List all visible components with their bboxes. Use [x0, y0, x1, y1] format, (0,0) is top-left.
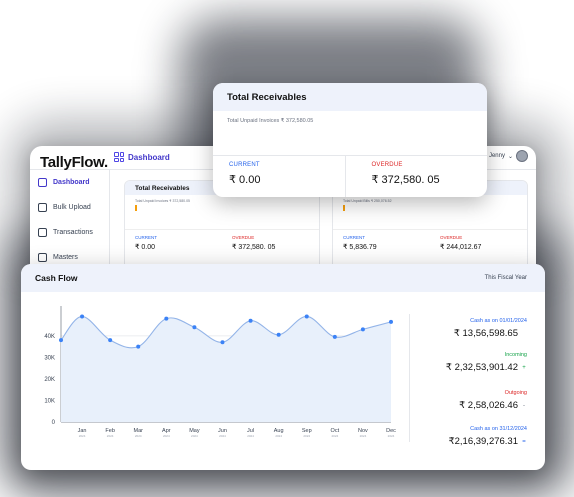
overdue-value: ₹ 372,580. 05 [371, 174, 440, 186]
transactions-icon [38, 228, 47, 237]
page-header: Dashboard [114, 152, 170, 162]
sidebar-item-label: Bulk Upload [53, 204, 91, 211]
minus-icon: - [523, 402, 525, 409]
summary-outgoing: Outgoing ₹ 2,58,026.46- [459, 390, 527, 411]
y-tick-label: 20K [44, 377, 55, 383]
x-tick-year: 2024 [163, 434, 170, 438]
x-tick-year: 2024 [219, 434, 226, 438]
y-tick-label: 10K [44, 398, 55, 404]
data-point [332, 334, 337, 339]
data-point [136, 344, 141, 349]
masters-icon [38, 253, 47, 262]
x-tick-year: 2024 [303, 434, 310, 438]
data-point [248, 318, 253, 323]
current-value: ₹ 5,836.79 [343, 244, 377, 251]
sidebar-item-transactions[interactable]: Transactions [30, 220, 109, 245]
sidebar: Dashboard Bulk Upload Transactions Maste… [30, 170, 110, 276]
chevron-down-icon[interactable]: ⌄ [508, 153, 513, 160]
plus-icon: + [522, 364, 526, 371]
x-tick-year: 2024 [360, 434, 367, 438]
cash-flow-chart: 010K20K30K40KJan2024Feb2024Mar2024Apr202… [44, 306, 396, 438]
sidebar-item-label: Dashboard [53, 179, 90, 186]
summary-closing: Cash as on 31/12/2024 ₹2,16,39,276.31 = [449, 426, 527, 447]
sidebar-item-dashboard[interactable]: Dashboard [30, 170, 109, 195]
y-tick-label: 30K [44, 355, 55, 361]
x-tick-year: 2024 [388, 434, 395, 438]
data-point [164, 316, 169, 321]
y-tick-label: 0 [52, 420, 56, 426]
data-point [80, 314, 85, 319]
summary-opening: Cash as on 01/01/2024 ₹ 13,56,598.65 [454, 318, 527, 339]
cash-flow-card: Cash Flow This Fiscal Year 0 10K 20K 30K 40K… [21, 264, 545, 470]
data-point [276, 332, 281, 337]
summary-label: Incoming [504, 352, 527, 358]
data-point [192, 325, 197, 330]
current-label: CURRENT [135, 235, 157, 240]
summary-incoming: Incoming ₹ 2,32,53,901.42 + [446, 352, 527, 373]
grid-icon [38, 178, 47, 187]
progress-bar [343, 205, 345, 211]
summary-value: ₹2,16,39,276.31 [448, 436, 518, 447]
app-logo[interactable]: TallyFlow. [40, 154, 108, 171]
summary-value: ₹ 13,56,598.65 [453, 328, 518, 339]
current-value: ₹ 0.00 [229, 174, 261, 186]
x-tick-year: 2024 [275, 434, 282, 438]
sidebar-item-label: Transactions [53, 229, 93, 236]
overdue-label: OVERDUE [232, 235, 255, 240]
user-name: Jenny [488, 153, 505, 159]
summary-value: ₹ 2,58,026.46 [459, 400, 518, 411]
overdue-label: OVERDUE [440, 235, 463, 240]
x-tick-year: 2024 [135, 434, 142, 438]
progress-bar [135, 205, 137, 211]
area-fill [61, 316, 391, 422]
current-value: ₹ 0.00 [135, 244, 156, 251]
data-point [304, 314, 309, 319]
data-point [220, 340, 225, 345]
summary-label: Cash as on 01/01/2024 [470, 318, 527, 324]
data-point [108, 338, 113, 343]
x-tick-year: 2024 [191, 434, 198, 438]
x-tick-year: 2024 [79, 434, 86, 438]
total-receivables-card[interactable]: Total Receivables Total Unpaid Invoices … [213, 83, 487, 197]
page-title: Dashboard [128, 152, 170, 162]
card-subtitle: Total Unpaid Invoices ₹ 372,580.05 [227, 118, 314, 124]
current-label: CURRENT [343, 235, 365, 240]
summary-value: ₹ 2,32,53,901.42 [445, 362, 518, 373]
x-tick-year: 2024 [107, 434, 114, 438]
summary-label: Cash as on 31/12/2024 [470, 426, 527, 432]
card-title: Total Receivables [213, 83, 487, 111]
sidebar-item-label: Masters [53, 254, 78, 261]
user-menu[interactable]: Jenny ⌄ [489, 150, 528, 162]
x-tick-year: 2024 [247, 434, 254, 438]
data-point [360, 327, 365, 332]
summary-label: Outgoing [504, 390, 527, 396]
overdue-value: ₹ 372,580. 05 [232, 244, 276, 251]
y-tick-label: 40K [44, 334, 55, 340]
upload-icon [38, 203, 47, 212]
grid-icon [114, 152, 124, 162]
data-point [389, 319, 393, 324]
sidebar-item-bulk-upload[interactable]: Bulk Upload [30, 195, 109, 220]
overdue-value: ₹ 244,012.67 [440, 244, 482, 251]
overdue-label: OVERDUE [371, 162, 403, 168]
data-point [59, 338, 63, 343]
card-title: Cash Flow [35, 273, 78, 283]
current-label: CURRENT [229, 162, 260, 168]
divider [409, 314, 410, 442]
equals-icon: = [522, 438, 526, 445]
x-tick-year: 2024 [331, 434, 338, 438]
card-header: Cash Flow This Fiscal Year [21, 264, 545, 292]
avatar[interactable] [516, 150, 528, 162]
period-selector[interactable]: This Fiscal Year [485, 275, 527, 281]
